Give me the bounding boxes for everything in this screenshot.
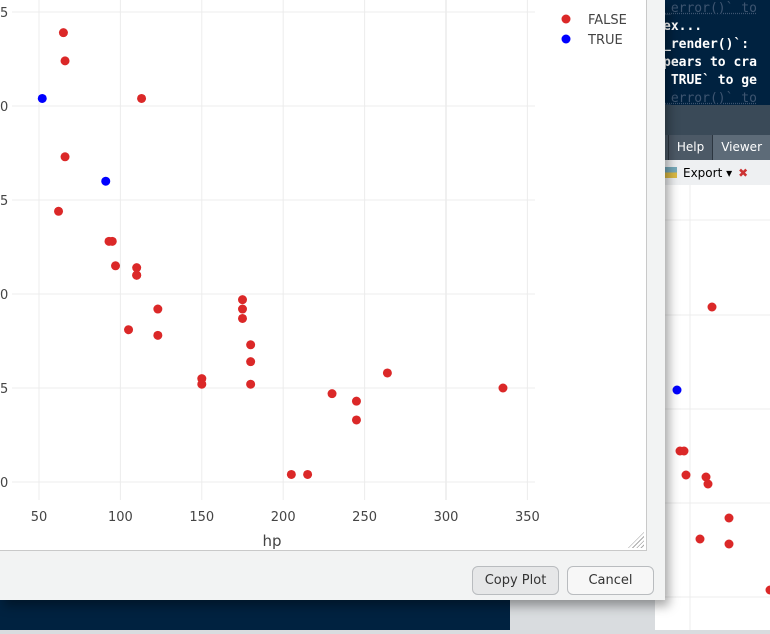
x-tick-label: 200 [271, 510, 296, 525]
plot-area: 50100150200250300350050505hpFALSETRUE [0, 0, 647, 551]
r-console[interactable]: _error()` to ex... _render()`: pears to … [655, 0, 770, 105]
x-tick-label: 350 [515, 510, 540, 525]
plot-dialog: 50100150200250300350050505hpFALSETRUE Co… [0, 0, 665, 600]
data-point-false [246, 340, 255, 349]
viewer-pane [655, 185, 770, 630]
data-point-false [61, 152, 70, 161]
data-point-false [498, 384, 507, 393]
data-point-false [61, 56, 70, 65]
data-point-false [54, 207, 63, 216]
legend-label: TRUE [587, 33, 623, 48]
legend-label: FALSE [588, 13, 627, 28]
data-point-false [111, 261, 120, 270]
legend-marker [562, 15, 571, 24]
y-tick-label: 0 [0, 476, 8, 491]
x-tick-label: 250 [352, 510, 377, 525]
console-line: ex... [655, 18, 770, 36]
data-point-false [287, 470, 296, 479]
export-button[interactable]: Export ▾ [683, 166, 732, 180]
data-point-false [238, 305, 247, 314]
data-point-false [153, 305, 162, 314]
data-point-false [303, 470, 312, 479]
data-point-false [328, 389, 337, 398]
viewer-data-point [725, 514, 734, 523]
legend-marker [562, 35, 571, 44]
data-point-false [132, 271, 141, 280]
tab-help[interactable]: Help [668, 135, 712, 160]
viewer-data-point [704, 480, 713, 489]
x-tick-label: 100 [108, 510, 133, 525]
x-tick-label: 150 [189, 510, 214, 525]
console-line: pears to cra [655, 54, 770, 72]
data-point-false [238, 295, 247, 304]
x-tick-label: 50 [31, 510, 48, 525]
viewer-data-point [696, 535, 705, 544]
data-point-false [352, 415, 361, 424]
data-point-false [246, 380, 255, 389]
y-tick-label: 0 [0, 288, 8, 303]
data-point-false [246, 357, 255, 366]
viewer-data-point [766, 586, 770, 595]
viewer-data-point [708, 303, 717, 312]
data-point-false [124, 325, 133, 334]
console-line: _render()`: [655, 36, 770, 54]
data-point-false [108, 237, 117, 246]
data-point-false [153, 331, 162, 340]
data-point-false [137, 94, 146, 103]
image-icon [663, 167, 677, 178]
data-point-false [238, 314, 247, 323]
pane-divider [655, 105, 770, 135]
viewer-data-point [673, 386, 682, 395]
console-bottom [0, 600, 510, 630]
data-point-false [59, 28, 68, 37]
x-tick-label: 300 [434, 510, 459, 525]
console-line: TRUE` to ge [655, 72, 770, 90]
y-tick-label: 5 [0, 6, 8, 21]
y-tick-label: 5 [0, 194, 8, 209]
export-label: Export [683, 166, 722, 180]
y-tick-label: 5 [0, 382, 8, 397]
viewer-toolbar: Export ▾ ✖ [655, 160, 770, 185]
tab-viewer[interactable]: Viewer [712, 135, 770, 160]
clear-viewer-icon[interactable]: ✖ [738, 166, 748, 180]
viewer-data-point [682, 471, 691, 480]
viewer-data-point [725, 540, 734, 549]
viewer-plot [655, 185, 770, 630]
data-point-true [101, 177, 110, 186]
pane-tabs: Help Viewer [655, 135, 770, 160]
copy-plot-button[interactable]: Copy Plot [472, 566, 559, 595]
data-point-false [352, 397, 361, 406]
y-tick-label: 0 [0, 100, 8, 115]
x-axis-label: hp [262, 532, 281, 550]
data-point-true [38, 94, 47, 103]
viewer-data-point [680, 447, 689, 456]
data-point-false [197, 380, 206, 389]
scatter-chart: 50100150200250300350050505hpFALSETRUE [0, 0, 646, 550]
console-line: _error()` to [655, 0, 770, 18]
data-point-false [383, 368, 392, 377]
cancel-button[interactable]: Cancel [567, 566, 654, 595]
